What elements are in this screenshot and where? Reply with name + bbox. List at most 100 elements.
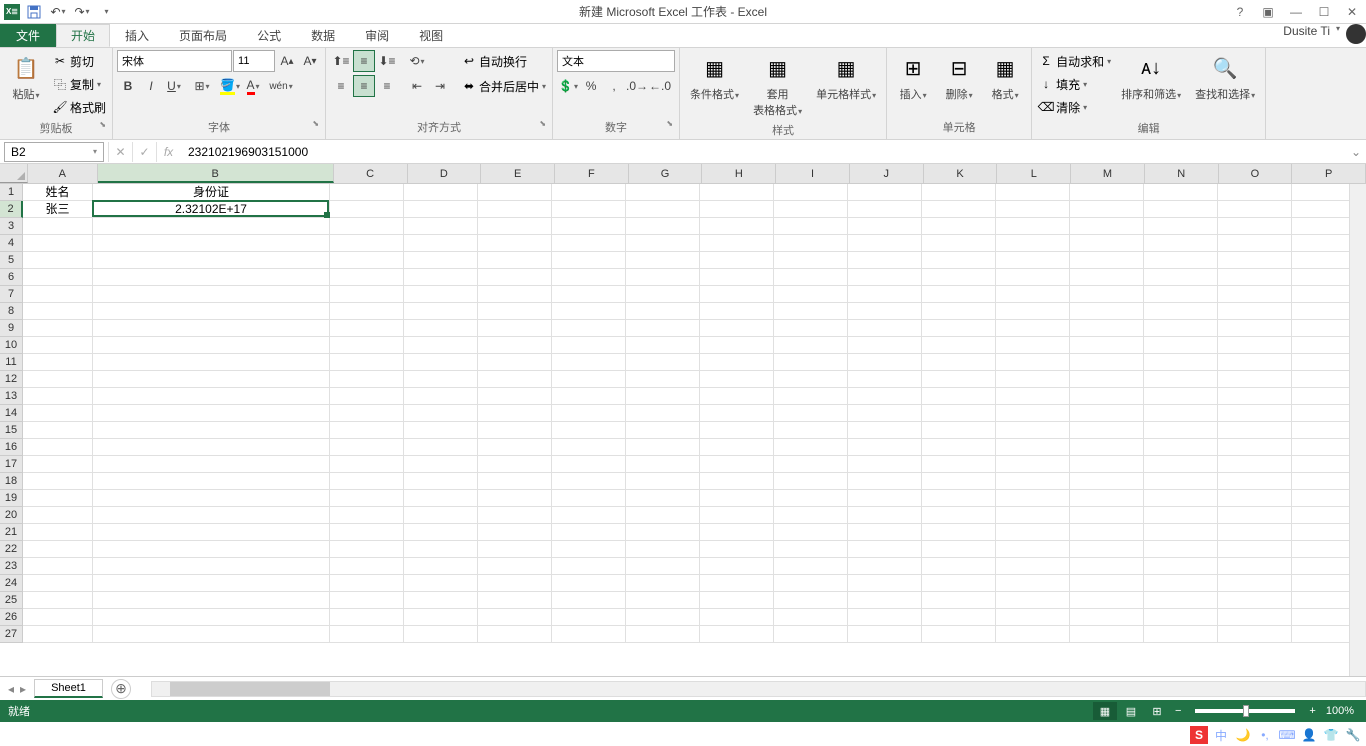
cell[interactable] bbox=[774, 405, 848, 422]
cell[interactable] bbox=[330, 473, 404, 490]
cell[interactable] bbox=[922, 303, 996, 320]
ime-icon[interactable]: S bbox=[1190, 726, 1208, 744]
cell[interactable] bbox=[922, 575, 996, 592]
row-header[interactable]: 17 bbox=[0, 456, 23, 473]
cell[interactable] bbox=[700, 405, 774, 422]
cell[interactable] bbox=[774, 609, 848, 626]
cell[interactable] bbox=[93, 235, 330, 252]
cell[interactable] bbox=[700, 456, 774, 473]
cell[interactable] bbox=[774, 303, 848, 320]
cell[interactable] bbox=[23, 456, 93, 473]
cell[interactable] bbox=[1218, 609, 1292, 626]
cell[interactable] bbox=[996, 388, 1070, 405]
cell[interactable] bbox=[848, 456, 922, 473]
cell[interactable] bbox=[1070, 388, 1144, 405]
cell[interactable] bbox=[700, 320, 774, 337]
row-header[interactable]: 3 bbox=[0, 218, 23, 235]
align-left-button[interactable]: ≡ bbox=[330, 75, 352, 97]
increase-decimal-button[interactable]: .0→ bbox=[626, 75, 648, 97]
cell[interactable] bbox=[848, 541, 922, 558]
cell[interactable] bbox=[478, 626, 552, 643]
row-header[interactable]: 22 bbox=[0, 541, 23, 558]
cell[interactable] bbox=[478, 456, 552, 473]
cell[interactable] bbox=[922, 218, 996, 235]
cell[interactable] bbox=[774, 201, 848, 218]
cell[interactable] bbox=[1218, 303, 1292, 320]
cell[interactable] bbox=[552, 405, 626, 422]
minimize-button[interactable]: — bbox=[1286, 2, 1306, 22]
font-size-select[interactable] bbox=[233, 50, 275, 72]
cell[interactable] bbox=[552, 235, 626, 252]
cell[interactable] bbox=[23, 422, 93, 439]
cell[interactable] bbox=[552, 218, 626, 235]
column-header[interactable]: J bbox=[850, 164, 924, 183]
cell[interactable] bbox=[1218, 320, 1292, 337]
paste-button[interactable]: 📋 粘贴▾ bbox=[4, 50, 48, 104]
cell[interactable] bbox=[23, 541, 93, 558]
row-header[interactable]: 24 bbox=[0, 575, 23, 592]
cell[interactable] bbox=[996, 541, 1070, 558]
cell[interactable] bbox=[404, 354, 478, 371]
cell[interactable] bbox=[552, 575, 626, 592]
cell[interactable] bbox=[478, 422, 552, 439]
shirt-icon[interactable]: 👕 bbox=[1322, 726, 1340, 744]
cell[interactable] bbox=[552, 456, 626, 473]
help-button[interactable]: ? bbox=[1230, 2, 1250, 22]
merge-center-button[interactable]: ⬌合并后居中▾ bbox=[459, 75, 548, 97]
cell[interactable] bbox=[848, 524, 922, 541]
cell[interactable] bbox=[404, 252, 478, 269]
cell[interactable] bbox=[93, 269, 330, 286]
decrease-decimal-button[interactable]: ←.0 bbox=[649, 75, 671, 97]
cell[interactable] bbox=[1144, 456, 1218, 473]
cell[interactable] bbox=[1144, 541, 1218, 558]
cell[interactable] bbox=[552, 269, 626, 286]
cell[interactable] bbox=[996, 439, 1070, 456]
cell[interactable] bbox=[626, 422, 700, 439]
cell[interactable] bbox=[626, 405, 700, 422]
cell[interactable] bbox=[922, 184, 996, 201]
cell[interactable] bbox=[700, 439, 774, 456]
cell[interactable] bbox=[1070, 218, 1144, 235]
cell[interactable] bbox=[478, 354, 552, 371]
cell[interactable] bbox=[700, 558, 774, 575]
cell[interactable] bbox=[1218, 541, 1292, 558]
cell[interactable] bbox=[848, 592, 922, 609]
font-name-select[interactable] bbox=[117, 50, 232, 72]
cell[interactable] bbox=[23, 473, 93, 490]
cell[interactable] bbox=[93, 354, 330, 371]
format-cells-button[interactable]: ▦格式▾ bbox=[983, 50, 1027, 104]
cell[interactable] bbox=[626, 626, 700, 643]
cell[interactable] bbox=[774, 524, 848, 541]
cell[interactable] bbox=[774, 592, 848, 609]
cell[interactable] bbox=[552, 592, 626, 609]
cell[interactable] bbox=[774, 507, 848, 524]
cell[interactable] bbox=[1144, 507, 1218, 524]
tab-view[interactable]: 视图 bbox=[404, 24, 458, 47]
cell[interactable] bbox=[774, 558, 848, 575]
cell[interactable] bbox=[700, 218, 774, 235]
cell[interactable] bbox=[330, 405, 404, 422]
cell[interactable] bbox=[93, 422, 330, 439]
qat-customize[interactable]: ▾ bbox=[96, 2, 116, 22]
cell[interactable] bbox=[404, 473, 478, 490]
cell[interactable] bbox=[774, 320, 848, 337]
accounting-format-button[interactable]: 💲▾ bbox=[557, 75, 579, 97]
cell[interactable] bbox=[774, 371, 848, 388]
zoom-in-button[interactable]: + bbox=[1303, 705, 1321, 717]
cell[interactable] bbox=[1218, 422, 1292, 439]
column-header[interactable]: M bbox=[1071, 164, 1145, 183]
cell[interactable] bbox=[700, 626, 774, 643]
cell[interactable] bbox=[922, 490, 996, 507]
cell[interactable] bbox=[478, 235, 552, 252]
sort-filter-button[interactable]: ᴀ↓排序和筛选▾ bbox=[1115, 50, 1187, 104]
cell[interactable] bbox=[1144, 490, 1218, 507]
cell[interactable] bbox=[848, 575, 922, 592]
cell[interactable] bbox=[404, 201, 478, 218]
row-header[interactable]: 6 bbox=[0, 269, 23, 286]
cell[interactable] bbox=[23, 337, 93, 354]
cell[interactable] bbox=[404, 303, 478, 320]
zoom-slider[interactable] bbox=[1195, 709, 1295, 713]
cell[interactable] bbox=[478, 575, 552, 592]
decrease-font-button[interactable]: A▾ bbox=[299, 50, 321, 72]
page-break-view-button[interactable]: ⊞ bbox=[1145, 702, 1169, 720]
